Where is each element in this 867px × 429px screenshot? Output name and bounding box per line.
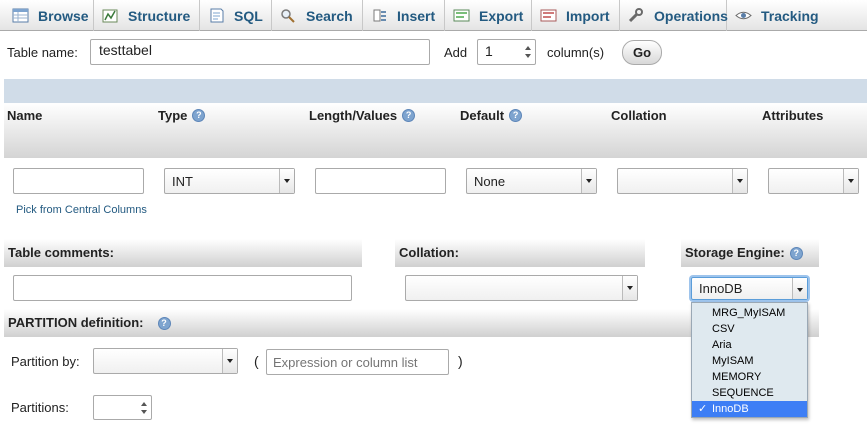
spinner-arrows-icon[interactable]: [524, 45, 532, 59]
partitions-count[interactable]: [93, 395, 152, 420]
close-paren: ): [458, 353, 463, 369]
export-icon: [453, 8, 470, 23]
chevron-down-icon: [792, 278, 807, 299]
chevron-down-icon: [581, 169, 596, 193]
search-icon: [280, 8, 297, 23]
checkmark-icon: ✓: [698, 403, 708, 415]
help-icon[interactable]: ?: [509, 109, 523, 122]
engine-option[interactable]: MyISAM: [692, 353, 807, 369]
go-button[interactable]: Go: [622, 40, 662, 65]
chevron-down-icon: [222, 349, 237, 373]
tab-label: Structure: [128, 7, 191, 24]
tab-bar: Browse Structure SQL Search Insert Expor…: [0, 0, 867, 31]
tab-label: Browse: [38, 7, 89, 24]
chevron-down-icon: [279, 169, 294, 193]
help-icon[interactable]: ?: [402, 109, 416, 122]
add-count-value: 1: [485, 43, 493, 59]
column-collation-select[interactable]: [617, 168, 748, 194]
wrench-icon: [628, 8, 645, 23]
storage-engine-dropdown: MRG_MyISAM CSV Aria MyISAM MEMORY SEQUEN…: [691, 302, 808, 418]
engine-option[interactable]: SEQUENCE: [692, 385, 807, 401]
table-collation-select[interactable]: [405, 275, 638, 301]
col-header-length: Length/Values?: [309, 108, 416, 123]
engine-option-label: InnoDB: [712, 403, 749, 415]
table-comments-header: Table comments:: [4, 239, 362, 267]
insert-icon: [371, 8, 388, 23]
tab-insert[interactable]: Insert: [363, 0, 445, 31]
tab-label: SQL: [234, 7, 263, 24]
engine-option[interactable]: Aria: [692, 337, 807, 353]
tab-label: Insert: [397, 7, 436, 24]
engine-option-selected[interactable]: ✓ InnoDB: [692, 401, 807, 417]
add-columns-count[interactable]: 1: [477, 39, 536, 65]
col-header-type: Type?: [158, 108, 206, 123]
chevron-down-icon: [843, 169, 858, 193]
partition-by-select[interactable]: [93, 348, 238, 374]
col-header-attributes: Attributes: [762, 108, 824, 123]
storage-engine-select[interactable]: InnoDB: [691, 277, 808, 300]
eye-icon: [735, 8, 752, 23]
tab-search[interactable]: Search: [272, 0, 363, 31]
spinner-arrows-icon[interactable]: [140, 401, 148, 415]
tab-label: Operations: [654, 7, 728, 24]
engine-option[interactable]: MRG_MyISAM: [692, 305, 807, 321]
tab-label: Import: [566, 7, 610, 24]
column-default-select[interactable]: None: [466, 168, 597, 194]
pick-central-columns-link[interactable]: Pick from Central Columns: [16, 204, 147, 216]
partitions-label: Partitions:: [11, 400, 69, 415]
columns-header: [4, 103, 867, 158]
tab-label: Search: [306, 7, 353, 24]
tab-label: Tracking: [761, 7, 819, 24]
add-label: Add: [444, 45, 468, 60]
col-header-name: Name: [7, 108, 43, 123]
column-type-select[interactable]: INT: [164, 168, 295, 194]
chevron-down-icon: [622, 276, 637, 300]
header-strip: [4, 79, 867, 103]
table-comments-input[interactable]: [13, 275, 352, 301]
col-header-collation: Collation: [611, 108, 667, 123]
chevron-down-icon: [732, 169, 747, 193]
table-name-input[interactable]: testtabel: [90, 39, 430, 65]
tab-label: Export: [479, 7, 524, 24]
engine-selected-value: InnoDB: [699, 281, 743, 296]
tab-tracking[interactable]: Tracking: [727, 0, 867, 31]
table-name-label: Table name:: [7, 45, 78, 60]
tab-sql[interactable]: SQL: [200, 0, 272, 31]
collation-header: Collation:: [395, 239, 645, 267]
help-icon[interactable]: ?: [192, 109, 206, 122]
browse-icon: [12, 8, 29, 23]
type-selected-value: INT: [172, 174, 193, 189]
column-attributes-select[interactable]: [768, 168, 859, 194]
column-length-input[interactable]: [315, 168, 446, 194]
default-selected-value: None: [474, 174, 506, 189]
column-name-input[interactable]: [13, 168, 144, 194]
tab-operations[interactable]: Operations: [620, 0, 728, 31]
tab-browse[interactable]: Browse: [0, 0, 94, 31]
storage-engine-header: Storage Engine:?: [681, 239, 819, 267]
sql-icon: [208, 8, 225, 23]
help-icon[interactable]: ?: [157, 317, 171, 330]
engine-option[interactable]: CSV: [692, 321, 807, 337]
columns-label: column(s): [547, 45, 605, 60]
tab-structure[interactable]: Structure: [94, 0, 200, 31]
partition-by-label: Partition by:: [11, 354, 80, 369]
expression-input[interactable]: [266, 349, 449, 375]
engine-option[interactable]: MEMORY: [692, 369, 807, 385]
col-header-default: Default?: [460, 108, 523, 123]
import-icon: [540, 8, 557, 23]
tab-export[interactable]: Export: [445, 0, 532, 31]
help-icon[interactable]: ?: [789, 247, 803, 260]
open-paren: (: [254, 353, 259, 369]
structure-icon: [102, 8, 119, 23]
tab-import[interactable]: Import: [532, 0, 620, 31]
